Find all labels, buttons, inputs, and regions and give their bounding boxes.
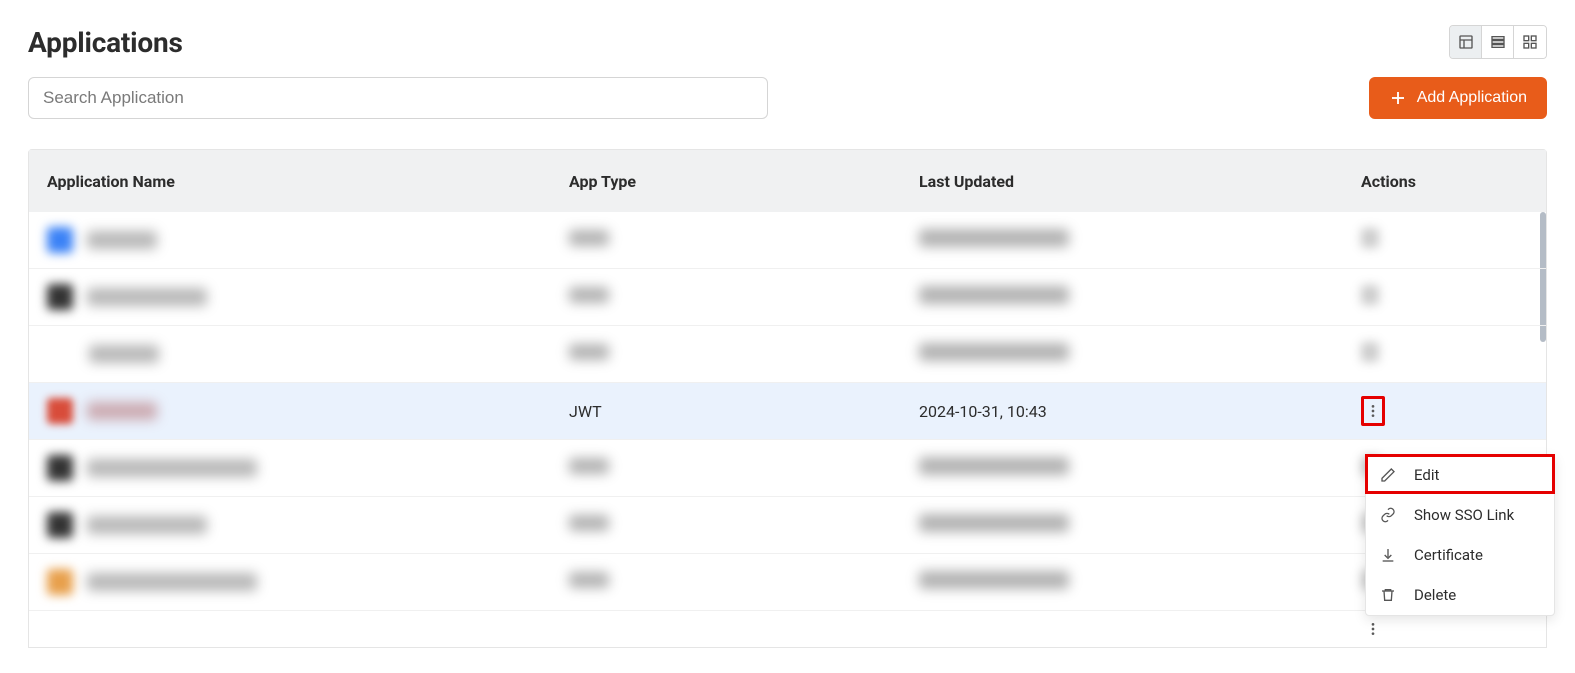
table-row[interactable] [29, 326, 1546, 383]
last-updated [919, 229, 1069, 247]
menu-delete[interactable]: Delete [1366, 575, 1554, 615]
table-view-icon [1458, 34, 1474, 50]
app-name [87, 516, 207, 534]
header-actions: Actions [1361, 172, 1546, 191]
table-header: Application Name App Type Last Updated A… [29, 150, 1546, 212]
table-row[interactable]: JWT 2024-10-31, 10:43 [29, 383, 1546, 440]
app-name [87, 288, 207, 306]
app-name [87, 402, 157, 420]
app-name [87, 573, 257, 591]
row-actions[interactable] [1361, 285, 1379, 305]
download-icon [1380, 547, 1396, 563]
menu-certificate-label: Certificate [1414, 546, 1483, 564]
app-icon [47, 227, 73, 253]
header-type: App Type [569, 172, 919, 191]
more-vertical-icon [1365, 621, 1381, 637]
app-type [569, 230, 609, 246]
row-actions[interactable] [1361, 228, 1379, 248]
app-name [87, 459, 257, 477]
app-icon [47, 284, 73, 310]
plus-icon [1389, 89, 1407, 107]
last-updated [919, 343, 1069, 361]
menu-edit-label: Edit [1414, 466, 1439, 484]
header-updated: Last Updated [919, 172, 1361, 191]
table-row[interactable] [29, 440, 1546, 497]
view-list-button[interactable] [1482, 26, 1514, 58]
table-row[interactable] [29, 269, 1546, 326]
app-icon [47, 569, 73, 595]
actions-menu: Edit Show SSO Link Certificate Delete [1365, 454, 1555, 616]
app-type [569, 572, 609, 588]
view-table-button[interactable] [1450, 26, 1482, 58]
table-row[interactable] [29, 212, 1546, 269]
table-row[interactable] [29, 554, 1546, 611]
menu-edit[interactable]: Edit [1366, 455, 1554, 495]
more-vertical-icon [1365, 403, 1381, 419]
last-updated [919, 514, 1069, 532]
view-grid-button[interactable] [1514, 26, 1546, 58]
app-icon [47, 398, 73, 424]
last-updated [919, 286, 1069, 304]
list-view-icon [1490, 34, 1506, 50]
app-icon [47, 455, 73, 481]
page-title: Applications [28, 26, 183, 59]
pencil-icon [1380, 467, 1396, 483]
applications-table: Application Name App Type Last Updated A… [28, 149, 1547, 648]
link-icon [1380, 507, 1396, 523]
header-name: Application Name [29, 172, 569, 191]
last-updated: 2024-10-31, 10:43 [919, 402, 1361, 421]
app-icon [47, 512, 73, 538]
menu-show-sso-label: Show SSO Link [1414, 506, 1514, 524]
row-actions-button[interactable] [1361, 614, 1385, 644]
view-toggle-group [1449, 25, 1547, 59]
app-type [569, 515, 609, 531]
add-button-label: Add Application [1417, 89, 1527, 107]
trash-icon [1380, 587, 1396, 603]
app-type [569, 344, 609, 360]
search-input[interactable] [28, 77, 768, 119]
last-updated [919, 571, 1069, 589]
row-actions-button[interactable] [1361, 396, 1385, 426]
last-updated [919, 457, 1069, 475]
grid-view-icon [1522, 34, 1538, 50]
table-row[interactable] [29, 497, 1546, 554]
add-application-button[interactable]: Add Application [1369, 77, 1547, 119]
app-type [569, 287, 609, 303]
menu-certificate[interactable]: Certificate [1366, 535, 1554, 575]
row-actions[interactable] [1361, 342, 1379, 362]
app-type: JWT [569, 402, 919, 421]
menu-show-sso[interactable]: Show SSO Link [1366, 495, 1554, 535]
table-row[interactable] [29, 611, 1546, 647]
app-name [87, 231, 157, 249]
app-type [569, 458, 609, 474]
menu-delete-label: Delete [1414, 586, 1456, 604]
app-name [89, 345, 159, 363]
